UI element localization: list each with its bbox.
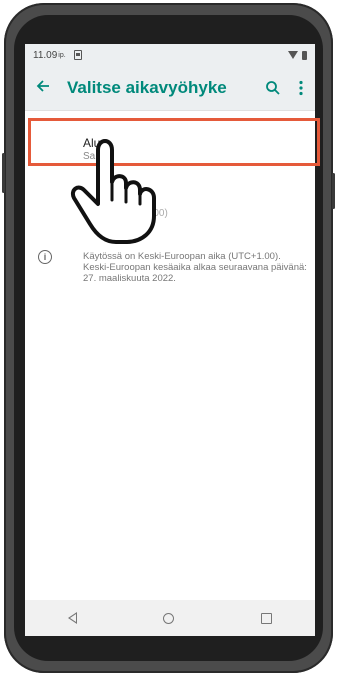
navigation-bar xyxy=(25,600,315,636)
status-time-suffix: ip. xyxy=(58,51,66,59)
battery-icon xyxy=(302,50,307,60)
nav-back-icon[interactable] xyxy=(68,612,78,624)
power-button xyxy=(332,173,335,209)
wifi-icon xyxy=(288,51,298,59)
status-time: 11.09 xyxy=(33,49,58,61)
page-title: Valitse aikavyöhyke xyxy=(67,78,227,97)
appbar-divider xyxy=(25,110,315,111)
sim-card-icon xyxy=(73,50,82,60)
nav-home-icon[interactable] xyxy=(163,612,175,624)
info-icon: i xyxy=(38,250,52,264)
status-bar: 11.09 ip. xyxy=(25,44,315,66)
volume-button xyxy=(2,153,5,193)
pointing-hand-icon xyxy=(71,139,156,244)
app-bar: Valitse aikavyöhyke xyxy=(25,66,315,110)
timezone-info-text: Käytössä on Keski-Euroopan aika (UTC+1.0… xyxy=(83,251,307,284)
search-icon[interactable] xyxy=(259,74,287,102)
nav-recents-icon[interactable] xyxy=(260,612,272,624)
more-vert-icon[interactable] xyxy=(287,74,315,102)
back-arrow-icon[interactable] xyxy=(25,77,61,100)
